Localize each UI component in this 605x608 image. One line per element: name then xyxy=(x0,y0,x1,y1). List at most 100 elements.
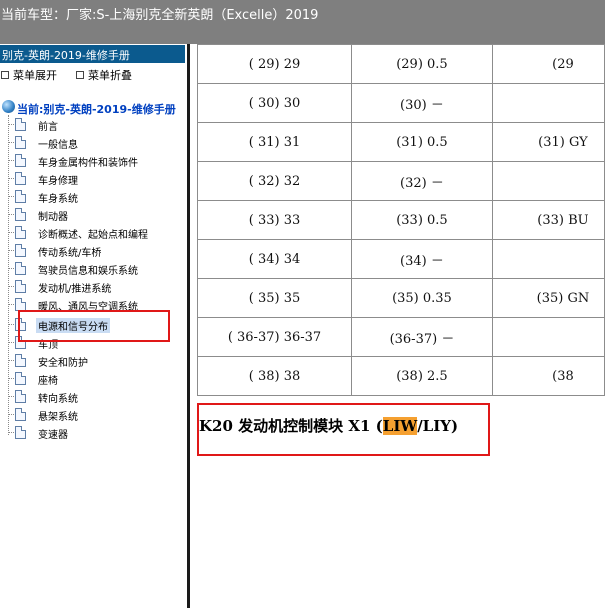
tree-item-safety-protection[interactable]: 安全和防护 xyxy=(0,352,187,370)
table-cell: (30) － xyxy=(351,83,493,123)
table-cell xyxy=(491,239,605,279)
table-cell: (29 xyxy=(491,44,605,84)
tree-item-label: 转向系统 xyxy=(38,394,78,405)
document-icon xyxy=(15,190,26,203)
collapse-all-label: 菜单折叠 xyxy=(88,69,132,82)
tree-item-label: 座椅 xyxy=(38,376,58,387)
table-row: ( 36-37) 36-37 (36-37) － xyxy=(196,317,605,357)
tree-item-preface[interactable]: 前言 xyxy=(0,116,187,134)
window-title-bar: 当前车型：厂家:S-上海别克全新英朗（Excelle）2019 xyxy=(0,0,605,44)
document-icon xyxy=(15,336,26,349)
table-cell: ( 33) 33 xyxy=(196,200,353,240)
section-heading: K20 发动机控制模块 X1 (LIW/LIY) xyxy=(199,415,458,436)
document-icon xyxy=(15,408,26,421)
tree-item-label: 车身金属构件和装饰件 xyxy=(38,158,138,169)
table-row: ( 34) 34 (34) － xyxy=(196,239,605,279)
sidebar-header: 别克-英朗-2019-维修手册 xyxy=(0,45,185,63)
table-cell: (38) 2.5 xyxy=(351,356,493,396)
tree-item-body-systems[interactable]: 车身系统 xyxy=(0,188,187,206)
tree-item-engine-propulsion[interactable]: 发动机/推进系统 xyxy=(0,278,187,296)
document-icon xyxy=(15,244,26,257)
document-icon xyxy=(15,318,26,331)
tree-root-node[interactable]: 当前:别克-英朗-2019-维修手册 xyxy=(0,99,187,117)
table-cell: ( 38) 38 xyxy=(196,356,353,396)
tree-item-steering[interactable]: 转向系统 xyxy=(0,388,187,406)
tree-item-label: 传动系统/车桥 xyxy=(38,248,102,259)
tree-root-label: 当前:别克-英朗-2019-维修手册 xyxy=(17,103,176,116)
expand-all-button[interactable]: 菜单展开 xyxy=(1,67,57,83)
tree-item-label: 安全和防护 xyxy=(38,358,88,369)
tree-item-label: 暖风、通风与空调系统 xyxy=(38,302,138,313)
tree-item-driveline-axle[interactable]: 传动系统/车桥 xyxy=(0,242,187,260)
document-icon xyxy=(15,280,26,293)
table-row: ( 38) 38 (38) 2.5 (38 xyxy=(196,356,605,396)
document-icon xyxy=(15,390,26,403)
table-row: ( 32) 32 (32) － xyxy=(196,161,605,201)
document-icon xyxy=(15,154,26,167)
tree-item-label: 诊断概述、起始点和编程 xyxy=(38,230,148,241)
table-row: ( 30) 30 (30) － xyxy=(196,83,605,123)
table-cell: (38 xyxy=(491,356,605,396)
tree-item-label: 车身修理 xyxy=(38,176,78,187)
collapse-all-button[interactable]: 菜单折叠 xyxy=(76,67,132,83)
expand-checkbox-icon xyxy=(1,71,9,79)
document-content-panel: ( 29) 29 (29) 0.5 (29 ( 30) 30 (30) － ( … xyxy=(190,44,605,608)
table-cell: (35) 0.35 xyxy=(351,278,493,318)
tree-item-hvac[interactable]: 暖风、通风与空调系统 xyxy=(0,296,187,314)
table-cell: ( 30) 30 xyxy=(196,83,353,123)
tree-item-label-selected: 电源和信号分布 xyxy=(36,318,110,333)
table-cell: (32) － xyxy=(351,161,493,201)
tree-item-roof[interactable]: 车顶 xyxy=(0,334,187,352)
document-icon xyxy=(15,136,26,149)
tree-item-label: 制动器 xyxy=(38,212,68,223)
document-icon xyxy=(15,226,26,239)
document-icon xyxy=(15,262,26,275)
table-cell: (33) 0.5 xyxy=(351,200,493,240)
document-icon xyxy=(15,426,26,439)
tree-item-label: 发动机/推进系统 xyxy=(38,284,112,295)
document-icon xyxy=(15,208,26,221)
table-cell xyxy=(491,317,605,357)
expand-all-label: 菜单展开 xyxy=(13,69,57,82)
tree-item-label: 一般信息 xyxy=(38,140,78,151)
sidebar-tree-panel: 别克-英朗-2019-维修手册 菜单展开 菜单折叠 当前:别克-英朗-2019-… xyxy=(0,44,187,608)
tree-item-transmission[interactable]: 变速器 xyxy=(0,424,187,442)
document-icon xyxy=(15,372,26,385)
tree-item-diagnostics[interactable]: 诊断概述、起始点和编程 xyxy=(0,224,187,242)
tree-item-power-signal-distribution[interactable]: 电源和信号分布 xyxy=(0,316,187,334)
tree-item-seats[interactable]: 座椅 xyxy=(0,370,187,388)
table-cell: ( 36-37) 36-37 xyxy=(196,317,353,357)
tree-item-label: 悬架系统 xyxy=(38,412,78,423)
table-cell: (36-37) － xyxy=(351,317,493,357)
table-cell xyxy=(491,161,605,201)
tree-item-label: 前言 xyxy=(38,122,58,133)
table-cell: (34) － xyxy=(351,239,493,279)
table-cell: (31) GY xyxy=(491,122,605,162)
search-highlight: LIW xyxy=(382,417,418,435)
table-cell: ( 31) 31 xyxy=(196,122,353,162)
window-title: 当前车型：厂家:S-上海别克全新英朗（Excelle）2019 xyxy=(1,8,319,23)
table-cell: ( 29) 29 xyxy=(196,44,353,84)
table-row: ( 29) 29 (29) 0.5 (29 xyxy=(196,44,605,84)
tree-item-label: 驾驶员信息和娱乐系统 xyxy=(38,266,138,277)
heading-suffix: /LIY) xyxy=(417,417,459,435)
document-icon xyxy=(15,354,26,367)
tree-item-brakes[interactable]: 制动器 xyxy=(0,206,187,224)
table-cell: (29) 0.5 xyxy=(351,44,493,84)
table-cell: (35) GN xyxy=(491,278,605,318)
tree-item-driver-info-entertainment[interactable]: 驾驶员信息和娱乐系统 xyxy=(0,260,187,278)
tree-item-label: 变速器 xyxy=(38,430,68,441)
collapse-checkbox-icon xyxy=(76,71,84,79)
document-icon xyxy=(15,118,26,131)
tree-item-body-repair[interactable]: 车身修理 xyxy=(0,170,187,188)
tree-item-label: 车顶 xyxy=(38,340,58,351)
table-row: ( 35) 35 (35) 0.35 (35) GN xyxy=(196,278,605,318)
tree-item-label: 车身系统 xyxy=(38,194,78,205)
tree-controls: 菜单展开 菜单折叠 xyxy=(0,66,187,84)
tree-item-general-info[interactable]: 一般信息 xyxy=(0,134,187,152)
table-row: ( 31) 31 (31) 0.5 (31) GY xyxy=(196,122,605,162)
tree-item-body-metal-trim[interactable]: 车身金属构件和装饰件 xyxy=(0,152,187,170)
table-row: ( 33) 33 (33) 0.5 (33) BU xyxy=(196,200,605,240)
tree-item-suspension[interactable]: 悬架系统 xyxy=(0,406,187,424)
document-icon xyxy=(15,298,26,311)
